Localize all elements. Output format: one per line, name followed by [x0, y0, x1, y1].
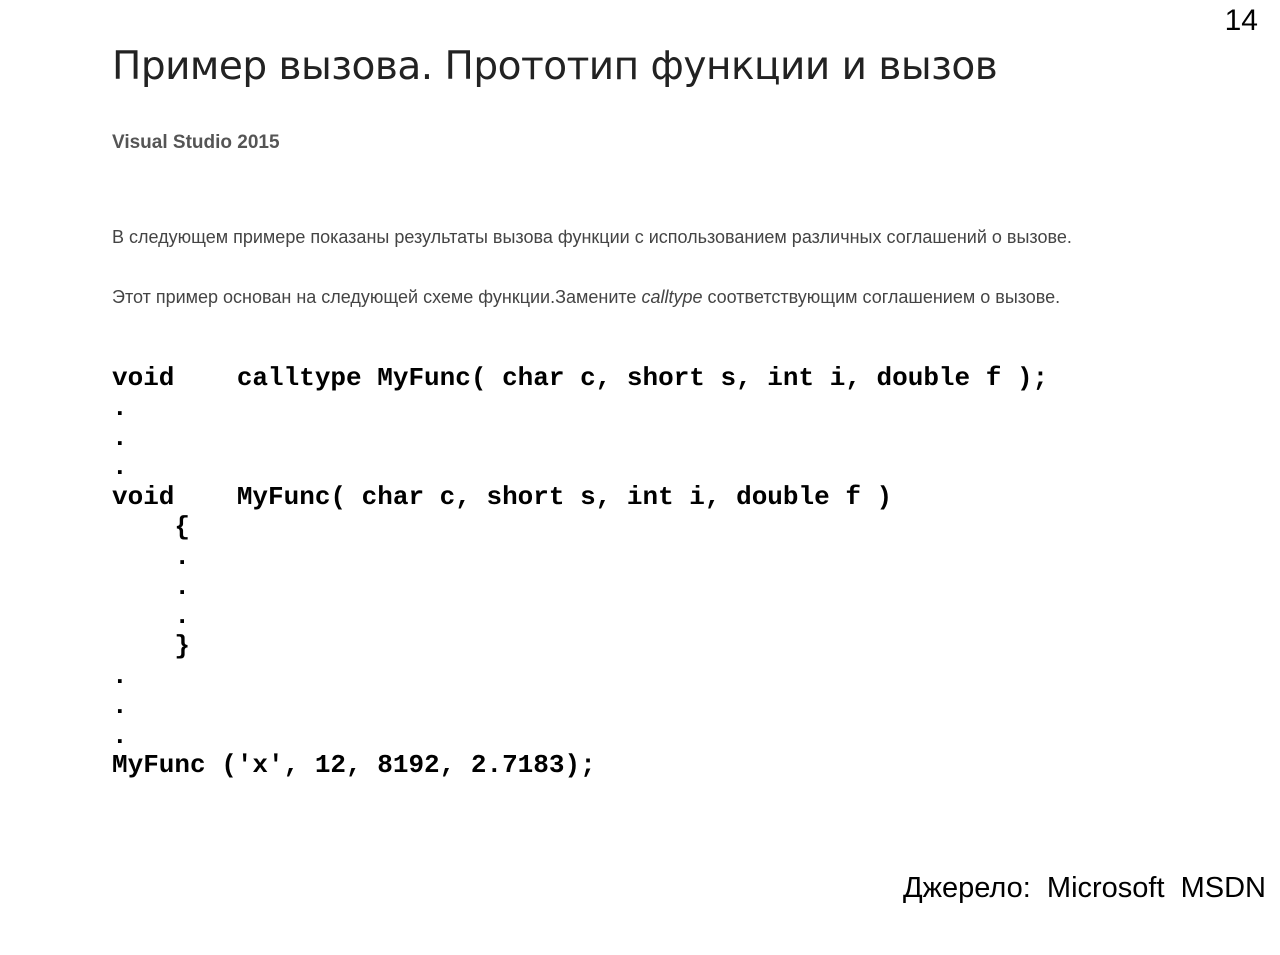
calltype-term: calltype [641, 287, 703, 307]
instruction-text: Этот пример основан на следующей схеме ф… [112, 287, 642, 307]
code-line: void MyFunc( char c, short s, int i, dou… [112, 482, 893, 513]
code-line: . [112, 392, 128, 423]
code-line: . [112, 452, 128, 483]
code-line: . [112, 720, 128, 751]
code-line: . [112, 690, 128, 721]
code-line: . [112, 571, 191, 602]
code-line: . [112, 422, 128, 453]
code-line: . [112, 601, 191, 632]
source-credit: Джерело: Microsoft MSDN [902, 872, 1266, 904]
code-line: MyFunc ('x', 12, 8192, 2.7183); [112, 750, 596, 781]
code-block: void calltype MyFunc( char c, short s, i… [112, 363, 1049, 781]
code-line: . [112, 541, 191, 572]
slide-title: Пример вызова. Прототип функции и вызов [112, 44, 998, 89]
code-line: . [112, 660, 128, 691]
slide-number: 14 [1224, 4, 1258, 37]
code-line: } [112, 631, 191, 662]
code-line: { [112, 511, 191, 542]
subtitle: Visual Studio 2015 [112, 132, 280, 153]
instruction-text-end: соответствующим соглашением о вызове. [702, 287, 1061, 307]
description-paragraph: В следующем примере показаны результаты … [112, 227, 1072, 247]
instruction-paragraph: Этот пример основан на следующей схеме ф… [112, 282, 1172, 312]
code-line: void calltype MyFunc( char c, short s, i… [112, 363, 1049, 393]
